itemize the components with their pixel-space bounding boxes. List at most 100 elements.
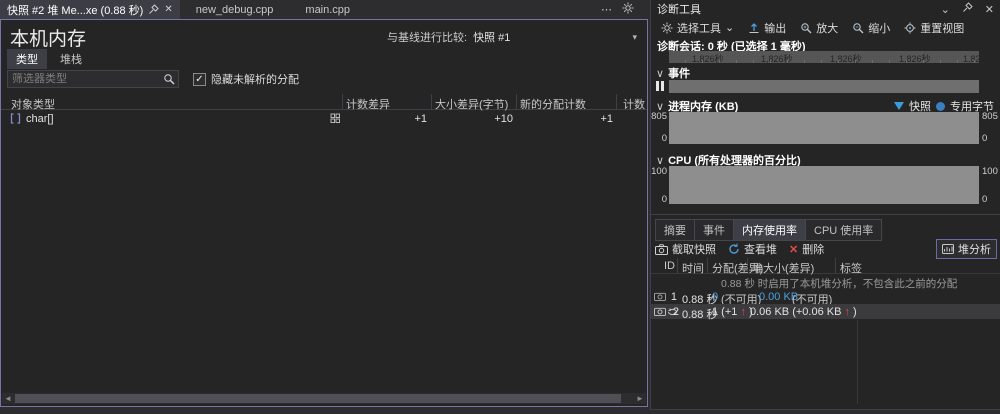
tab-stacks[interactable]: 堆栈 (51, 49, 91, 69)
alloc-diff-text: 1 (+1 (712, 306, 738, 318)
diagnostics-toolbar: 选择工具 ⌄ 输出 放大 缩小 重置视图 (651, 19, 1000, 36)
output-label: 输出 (764, 22, 787, 35)
tab-overflow-icon[interactable]: ⋯ (601, 3, 612, 16)
table-row[interactable]: char[] +1 +10 +1 (1, 111, 647, 127)
memory-usage-chart[interactable] (669, 112, 979, 144)
tab-snapshot-label: 快照 #2 堆 Me...xe (0.88 秒) (7, 4, 144, 17)
document-tabstrip: 快照 #2 堆 Me...xe (0.88 秒) ✕ new_debug.cpp… (0, 0, 648, 19)
filter-input-container (7, 70, 179, 88)
hide-unresolved-option: ✓ 隐藏未解析的分配 (193, 71, 299, 87)
tab-snapshot-diff[interactable]: 快照 #2 堆 Me...xe (0.88 秒) ✕ (0, 0, 180, 19)
tab-events[interactable]: 事件 (694, 219, 733, 241)
cpu-usage-chart[interactable] (669, 166, 979, 204)
take-snapshot-label: 截取快照 (672, 244, 716, 256)
pin-icon[interactable] (148, 4, 160, 15)
col-count[interactable]: 计数 (623, 96, 645, 112)
col-object-type[interactable]: 对象类型 (11, 96, 55, 112)
camera-icon (655, 243, 668, 255)
tab-summary[interactable]: 摘要 (655, 219, 694, 241)
tab-types[interactable]: 类型 (7, 49, 47, 69)
delete-label: 删除 (802, 244, 825, 256)
heap-analysis-icon (942, 244, 954, 254)
native-memory-document: 本机内存 与基线进行比较: 快照 #1 ▾ 类型 堆栈 ✓ 隐藏未解析的分配 (0, 19, 648, 407)
view-mode-tabs: 类型 堆栈 (7, 49, 91, 69)
horizontal-scrollbar[interactable]: ◄ ► (2, 393, 646, 404)
tab-memory-usage[interactable]: 内存使用率 (733, 219, 805, 241)
scroll-left-icon[interactable]: ◄ (2, 393, 14, 404)
delete-snapshot-button[interactable]: ✕ 删除 (789, 241, 824, 257)
view-instances-icon[interactable] (330, 113, 341, 124)
refresh-icon (729, 243, 739, 254)
zoom-out-button[interactable]: 缩小 (847, 20, 895, 36)
take-snapshot-button[interactable]: 截取快照 (655, 241, 716, 257)
document-pane: 快照 #2 堆 Me...xe (0.88 秒) ✕ new_debug.cpp… (0, 0, 648, 414)
view-heap-label: 查看堆 (744, 244, 777, 256)
cpu-axis-max-right: 100 (982, 166, 998, 177)
timeline-ruler[interactable]: 1,826秒 1,826秒 1,826秒 1,826秒 1,826秒 (669, 51, 979, 63)
col-time[interactable]: 时间 (682, 260, 704, 276)
zoom-in-button[interactable]: 放大 (795, 20, 843, 36)
events-marker-icon (656, 81, 666, 91)
baseline-compare-row: 与基线进行比较: 快照 #1 ▾ (387, 29, 637, 45)
panel-titlebar[interactable]: 诊断工具 ⌄ ✕ (651, 0, 1000, 18)
window-menu-chevron-icon[interactable]: ⌄ (941, 3, 950, 16)
reset-view-button[interactable]: 重置视图 (899, 20, 969, 36)
snapshot-id: 2 (672, 306, 679, 318)
output-button[interactable]: 输出 (743, 20, 791, 36)
tab-new-debug-cpp[interactable]: new_debug.cpp (180, 0, 290, 19)
col-tag[interactable]: 标签 (840, 260, 862, 276)
memory-axis-min-left: 0 (661, 133, 667, 144)
scrollbar-thumb[interactable] (15, 394, 621, 403)
zoom-out-icon (853, 22, 864, 33)
baseline-compare-label: 与基线进行比较: (387, 32, 468, 44)
events-section-label: 事件 (668, 68, 691, 80)
increase-arrow-icon: ↑ (740, 306, 746, 318)
heap-size-diff[interactable]: 0.06 KB (+0.06 KB ↑ ) (750, 306, 857, 318)
baseline-snapshot-select[interactable]: 快照 #1 ▾ (473, 29, 637, 45)
col-size-diff[interactable]: 大小差异(字节) (435, 96, 508, 112)
cpu-axis-min-right: 0 (982, 194, 988, 205)
snapshot-row-1[interactable]: 1 0.88 秒 0 (不可用) 0.00 KB (不可用) (651, 289, 1000, 306)
reset-view-icon (904, 22, 916, 33)
col-count-diff[interactable]: 计数差异 (346, 96, 390, 112)
snapshot-row-2[interactable]: 2 0.88 秒 1 (+1 ↑ ) 0.06 KB (+0.06 KB ↑ ) (651, 304, 1000, 321)
reset-view-label: 重置视图 (920, 22, 965, 35)
alloc-count-link[interactable]: 0 (712, 291, 718, 303)
collapse-chevron-icon[interactable]: ∨ (656, 68, 664, 80)
new-alloc-value: +1 (600, 113, 613, 125)
close-icon[interactable]: ✕ (985, 3, 994, 16)
col-new-alloc-count[interactable]: 新的分配计数 (520, 96, 586, 112)
view-heap-button[interactable]: 查看堆 (728, 241, 777, 257)
alloc-count-diff[interactable]: 1 (+1 ↑ ) (712, 306, 753, 318)
zoom-in-label: 放大 (816, 22, 839, 35)
hide-unresolved-checkbox[interactable]: ✓ (193, 72, 206, 86)
events-track[interactable] (669, 80, 979, 93)
col-heap-size-diff[interactable]: 堆大小(差异) (752, 260, 814, 276)
search-icon[interactable] (163, 73, 175, 85)
select-tool-dropdown[interactable]: 选择工具 ⌄ (656, 20, 739, 36)
scroll-right-icon[interactable]: ► (634, 393, 646, 404)
object-type-value: char[] (26, 113, 54, 125)
gear-icon (661, 22, 673, 33)
events-section-header[interactable]: ∨ 事件 (656, 65, 690, 81)
tab-cpu-usage[interactable]: CPU 使用率 (805, 219, 883, 241)
private-bytes-dot-icon (936, 101, 945, 111)
document-settings-gear-icon[interactable] (622, 2, 634, 17)
chevron-down-icon: ⌄ (725, 22, 735, 34)
filter-types-input[interactable] (8, 73, 163, 85)
heap-analysis-button[interactable]: 堆分析 (936, 239, 997, 259)
diagnostic-tools-panel: 诊断工具 ⌄ ✕ 选择工具 ⌄ 输出 放大 缩小 重置视图 诊断会话: 0 秒 … (650, 0, 1000, 410)
memory-axis-min-right: 0 (982, 133, 988, 144)
close-tab-icon[interactable]: ✕ (164, 4, 172, 15)
zoom-in-icon (801, 22, 812, 33)
tab-main-label: main.cpp (305, 3, 351, 16)
output-icon (749, 22, 759, 33)
col-id[interactable]: ID (664, 260, 675, 272)
memory-axis-max-left: 805 (651, 111, 667, 122)
pin-icon[interactable] (962, 2, 973, 16)
select-tool-label: 选择工具 (677, 22, 721, 35)
filter-row: ✓ 隐藏未解析的分配 (7, 70, 299, 88)
hide-unresolved-label: 隐藏未解析的分配 (211, 74, 299, 86)
cpu-axis-min-left: 0 (661, 194, 667, 205)
tab-main-cpp[interactable]: main.cpp (289, 0, 366, 19)
